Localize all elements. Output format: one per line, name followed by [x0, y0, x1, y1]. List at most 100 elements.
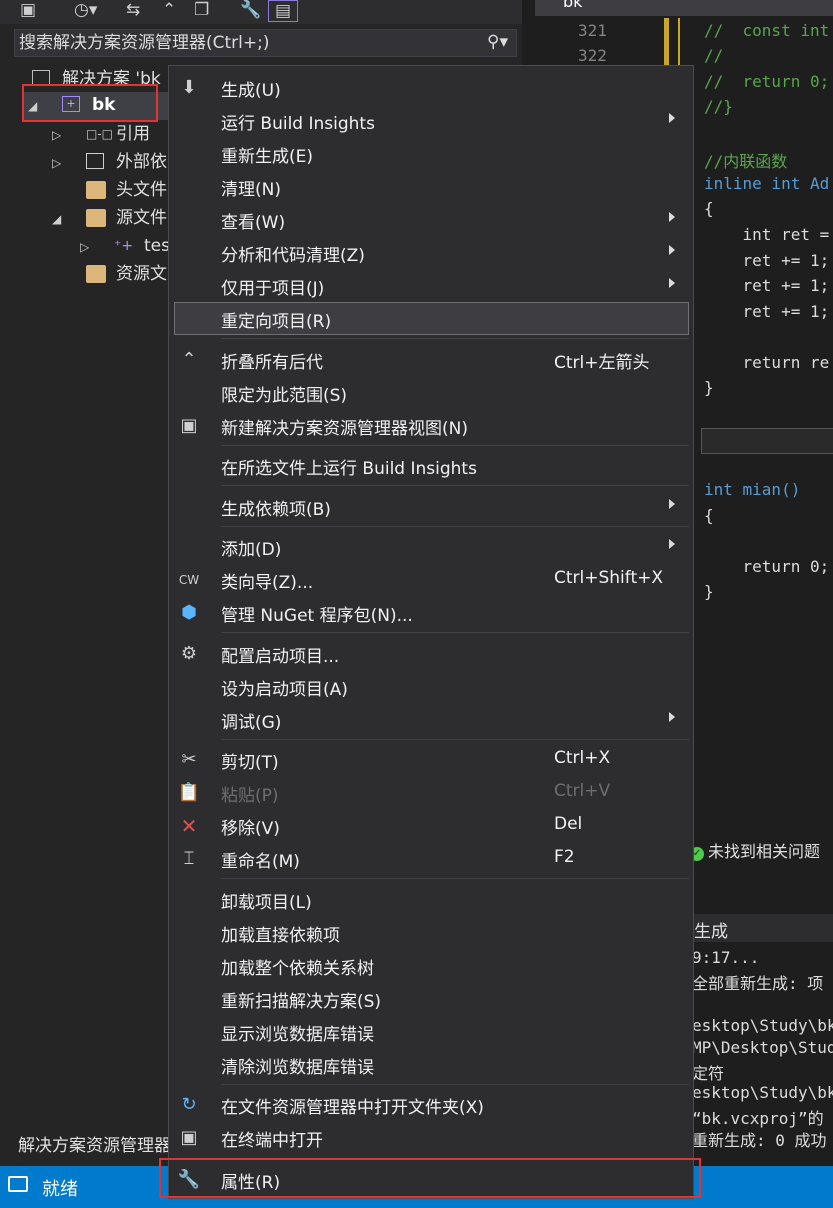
menu-item-remove[interactable]: ✕ 移除(V) Del — [169, 809, 693, 842]
menu-item-label: 添加(D) — [221, 540, 282, 560]
menu-item-label: 查看(W) — [221, 213, 286, 233]
code-line[interactable]: //内联函数 — [704, 148, 787, 172]
solution-explorer-tab[interactable]: 解决方案资源管理器 — [18, 1131, 171, 1156]
filter-folder-icon — [86, 209, 106, 227]
code-line[interactable]: ret += 1; — [704, 302, 830, 321]
menu-item-label: 清理(N) — [221, 180, 281, 200]
menu-separator — [221, 878, 689, 879]
menu-item-label: 卸载项目(L) — [221, 893, 312, 913]
menu-item-build-insights-selected[interactable]: 在所选文件上运行 Build Insights — [169, 449, 693, 482]
code-line[interactable]: inline int Ad — [704, 174, 829, 193]
code-line[interactable]: ret += 1; — [704, 251, 830, 270]
issues-label: 未找到相关问题 — [708, 842, 821, 861]
menu-item-manage-nuget[interactable]: ⬢ 管理 NuGet 程序包(N)... — [169, 596, 693, 629]
menu-item-debug[interactable]: 调试(G) — [169, 703, 693, 736]
gear-icon: ⚙ — [180, 643, 198, 664]
context-menu: ⬇ 生成(U) 运行 Build Insights 重新生成(E) 清理(N) … — [168, 65, 694, 1199]
expand-arrow-icon[interactable]: ▷ — [80, 234, 89, 260]
collapse-icon: ⌃ — [181, 349, 197, 370]
menu-item-rename[interactable]: ⌶ 重命名(M) F2 — [169, 842, 693, 875]
line-number: 321 — [578, 21, 607, 40]
menu-item-add[interactable]: 添加(D) — [169, 530, 693, 563]
history-icon[interactable]: ◷▾ — [74, 0, 97, 22]
tree-item-label: 资源文 — [116, 264, 167, 284]
menu-item-set-startup[interactable]: 设为启动项目(A) — [169, 670, 693, 703]
code-line[interactable]: { — [704, 506, 714, 525]
code-line[interactable]: int mian() — [704, 480, 800, 499]
tree-item-label: 外部依 — [116, 152, 167, 172]
copy-icon[interactable]: ❐ — [194, 0, 209, 22]
menu-item-label: 仅用于项目(J) — [221, 279, 325, 299]
menu-separator — [221, 338, 689, 339]
menu-item-label: 配置启动项目... — [221, 647, 340, 667]
menu-item-load-direct-deps[interactable]: 加载直接依赖项 — [169, 916, 693, 949]
menu-item-project-only[interactable]: 仅用于项目(J) — [169, 269, 693, 302]
scissors-icon: ✂ — [181, 749, 197, 770]
menu-item-label: 移除(V) — [221, 819, 280, 839]
preview-icon[interactable]: ▤ — [268, 0, 298, 22]
code-line[interactable]: } — [704, 582, 714, 601]
editor-tab[interactable]: bk — [535, 0, 833, 16]
expand-arrow-icon[interactable]: ▷ — [52, 122, 61, 148]
menu-item-label: 粘贴(P) — [221, 786, 279, 806]
vs-project-icon[interactable]: ▣ — [20, 0, 36, 22]
menu-item-label: 设为启动项目(A) — [221, 680, 348, 700]
code-line[interactable]: // return 0; — [704, 72, 829, 91]
expand-arrow-icon[interactable]: ▷ — [52, 150, 61, 176]
menu-item-rescan-solution[interactable]: 重新扫描解决方案(S) — [169, 982, 693, 1015]
output-line: 9:17... — [692, 948, 760, 967]
tree-item-label: tes — [144, 236, 170, 256]
menu-item-clear-browse-errors[interactable]: 清除浏览数据库错误 — [169, 1048, 693, 1081]
menu-item-label: 在文件资源管理器中打开文件夹(X) — [221, 1098, 484, 1118]
output-panel-header: 生成 — [690, 914, 833, 942]
solution-explorer-search[interactable]: ⚲▾ — [14, 29, 517, 57]
output-line: 定符 — [692, 1064, 725, 1083]
menu-item-cut[interactable]: ✂ 剪切(T) Ctrl+X — [169, 743, 693, 776]
submenu-arrow-icon — [669, 245, 675, 255]
code-line[interactable]: } — [704, 378, 714, 397]
status-text: 就绪 — [42, 1179, 78, 1200]
sync-icon[interactable]: ⇆ — [126, 0, 140, 22]
menu-item-rebuild[interactable]: 重新生成(E) — [169, 137, 693, 170]
code-line[interactable]: //} — [704, 97, 733, 116]
menu-item-class-wizard[interactable]: CW 类向导(Z)... Ctrl+Shift+X — [169, 563, 693, 596]
menu-item-collapse-all[interactable]: ⌃ 折叠所有后代 Ctrl+左箭头 — [169, 343, 693, 376]
menu-item-label: 在所选文件上运行 Build Insights — [221, 459, 477, 479]
menu-item-configure-startup[interactable]: ⚙ 配置启动项目... — [169, 637, 693, 670]
menu-item-shortcut: Ctrl+V — [554, 781, 611, 801]
wrench-icon[interactable]: 🔧 — [240, 0, 261, 22]
message-icon[interactable] — [8, 1176, 28, 1192]
menu-item-clean[interactable]: 清理(N) — [169, 170, 693, 203]
menu-item-scope[interactable]: 限定为此范围(S) — [169, 376, 693, 409]
code-line[interactable]: int ret = — [704, 225, 830, 244]
collapse-all-icon[interactable]: ⌃ — [162, 0, 176, 22]
menu-item-label: 重新扫描解决方案(S) — [221, 992, 382, 1012]
menu-item-build-dependencies[interactable]: 生成依赖项(B) — [169, 490, 693, 523]
code-line[interactable]: return 0; — [704, 557, 830, 576]
menu-item-run-build-insights[interactable]: 运行 Build Insights — [169, 104, 693, 137]
code-line[interactable]: // const int — [704, 21, 829, 40]
rename-icon: ⌶ — [183, 848, 195, 869]
menu-item-open-in-explorer[interactable]: ↻ 在文件资源管理器中打开文件夹(X) — [169, 1088, 693, 1121]
menu-item-view[interactable]: 查看(W) — [169, 203, 693, 236]
tree-item-label: 源文件 — [116, 208, 167, 228]
search-input[interactable] — [19, 32, 459, 54]
menu-item-load-dep-tree[interactable]: 加载整个依赖关系树 — [169, 949, 693, 982]
menu-item-analyze[interactable]: 分析和代码清理(Z) — [169, 236, 693, 269]
menu-item-show-browse-errors[interactable]: 显示浏览数据库错误 — [169, 1015, 693, 1048]
code-line[interactable]: return re — [704, 353, 830, 372]
search-icon[interactable]: ⚲▾ — [487, 32, 508, 52]
menu-item-build[interactable]: ⬇ 生成(U) — [169, 71, 693, 104]
code-line[interactable]: { — [704, 199, 714, 218]
expand-arrow-icon[interactable]: ◢ — [52, 206, 61, 232]
open-folder-icon: ↻ — [181, 1094, 197, 1115]
menu-separator — [221, 1084, 689, 1085]
code-line[interactable]: ret += 1; — [704, 276, 830, 295]
menu-item-open-in-terminal[interactable]: ▣ 在终端中打开 — [169, 1121, 693, 1154]
code-line[interactable]: // — [704, 46, 723, 65]
menu-item-new-explorer-view[interactable]: ▣ 新建解决方案资源管理器视图(N) — [169, 409, 693, 442]
menu-item-retarget[interactable]: 重定向项目(R) — [174, 302, 689, 335]
filter-folder-icon — [86, 265, 106, 283]
issues-indicator[interactable]: ✓ 未找到相关问题 — [690, 838, 833, 862]
menu-item-unload-project[interactable]: 卸载项目(L) — [169, 883, 693, 916]
